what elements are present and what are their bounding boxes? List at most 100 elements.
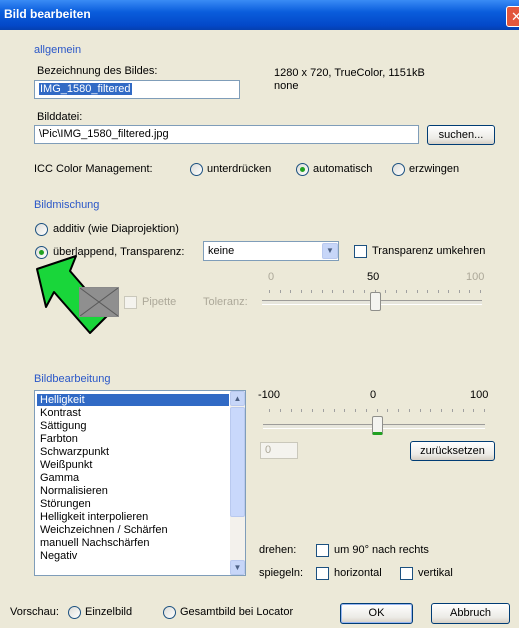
tolerance-scale-min: 0 <box>268 271 275 283</box>
image-name-value: IMG_1580_filtered <box>39 83 132 95</box>
reset-button[interactable]: zurücksetzen <box>410 441 495 461</box>
preview-locator-radio[interactable] <box>163 606 176 619</box>
tolerance-tick <box>332 290 334 293</box>
adjustment-list-item[interactable]: Helligkeit interpolieren <box>37 511 229 523</box>
rotate-label: drehen: <box>259 544 297 556</box>
edit-tick <box>279 409 281 412</box>
tolerance-tick <box>469 290 471 293</box>
transparency-select[interactable]: keine ▼ <box>203 241 339 261</box>
preview-locator-label: Gesamtbild bei Locator <box>180 606 294 618</box>
scrollbar-thumb[interactable] <box>230 407 245 517</box>
additive-radio[interactable] <box>35 223 48 236</box>
tolerance-tick <box>321 290 323 293</box>
edit-image-dialog: Bild bearbeiten ✕ allgemein Bezeichnung … <box>0 0 519 628</box>
icc-force-radio[interactable] <box>392 163 405 176</box>
adjustment-list-item[interactable]: Weichzeichnen / Schärfen <box>37 524 229 536</box>
mirror-vertical-label: vertikal <box>418 567 453 579</box>
tolerance-tick <box>458 290 460 293</box>
adjustment-list-item[interactable]: Störungen <box>37 498 229 510</box>
icc-suppress-radio[interactable] <box>190 163 203 176</box>
additive-label: additiv (wie Diaprojektion) <box>53 223 179 235</box>
section-blending-title: Bildmischung <box>34 199 100 211</box>
tolerance-tick <box>311 290 313 293</box>
adjustment-list-item[interactable]: Sättigung <box>37 420 229 432</box>
pipette-checkbox[interactable] <box>124 296 137 309</box>
edit-tick <box>430 409 432 412</box>
adjustment-listbox[interactable]: ▲ ▼ Helligkeit Kontrast Sättigung Farbton Sc… <box>34 390 246 576</box>
section-editing-title: Bildbearbeitung <box>34 373 111 385</box>
adjustment-list-item[interactable]: Normalisieren <box>37 485 229 497</box>
scroll-down-icon[interactable]: ▼ <box>230 560 245 575</box>
icc-force-label: erzwingen <box>409 163 460 175</box>
tolerance-tick <box>427 290 429 293</box>
ok-button[interactable]: OK <box>340 603 413 624</box>
edit-tick <box>312 409 313 412</box>
tolerance-tick <box>279 290 281 293</box>
adjustment-list-item[interactable]: Negativ <box>37 550 229 562</box>
tolerance-tick <box>406 290 408 293</box>
icc-suppress-label: unterdrücken <box>207 163 272 175</box>
tolerance-tick <box>437 290 439 293</box>
adjustment-value: 0 <box>265 444 272 456</box>
adjustment-list-item[interactable]: Schwarzpunkt <box>37 446 229 458</box>
edit-tick <box>473 409 475 412</box>
edit-scale-min: -100 <box>258 389 281 401</box>
adjustment-list-item[interactable]: manuell Nachschärfen <box>37 537 229 549</box>
window-title: Bild bearbeiten <box>4 7 91 21</box>
tolerance-slider-thumb[interactable] <box>369 292 381 311</box>
adjustment-value-field[interactable]: 0 <box>260 442 298 459</box>
edit-tick <box>462 409 464 412</box>
edit-tick <box>333 409 335 412</box>
edit-tick <box>290 409 292 412</box>
edit-tick <box>365 409 367 412</box>
image-name-input[interactable]: IMG_1580_filtered <box>34 80 240 99</box>
listbox-scrollbar[interactable]: ▲ ▼ <box>230 391 245 575</box>
tolerance-tick <box>353 290 355 293</box>
tolerance-scale-mid: 50 <box>367 271 380 283</box>
tolerance-tick <box>480 290 481 293</box>
rotate-option-label: um 90° nach rechts <box>334 544 429 556</box>
preview-label: Vorschau: <box>10 606 59 618</box>
edit-tick <box>344 409 346 412</box>
tolerance-tick <box>290 290 292 293</box>
image-name-label: Bezeichnung des Bildes: <box>37 65 158 77</box>
adjustment-list-item[interactable]: Helligkeit <box>37 394 229 406</box>
chevron-down-icon[interactable]: ▼ <box>322 243 338 259</box>
adjustment-list-item[interactable]: Farbton <box>37 433 229 445</box>
tolerance-tick <box>342 290 344 293</box>
tolerance-tick <box>385 290 387 293</box>
mirror-horizontal-checkbox[interactable] <box>316 567 329 580</box>
edit-tick <box>301 409 303 412</box>
preview-single-radio[interactable] <box>68 606 81 619</box>
tolerance-scale-max: 100 <box>466 271 485 283</box>
edit-tick <box>269 409 270 412</box>
edit-tick <box>408 409 410 412</box>
edit-slider-thumb[interactable] <box>371 416 383 435</box>
tolerance-tick <box>416 290 418 293</box>
color-swatch <box>79 287 119 317</box>
icc-label: ICC Color Management: <box>34 163 153 175</box>
rotate-checkbox[interactable] <box>316 544 329 557</box>
edit-tick <box>376 409 378 412</box>
search-button[interactable]: suchen... <box>427 125 495 145</box>
invert-transparency-label: Transparenz umkehren <box>372 245 486 257</box>
icc-auto-label: automatisch <box>313 163 373 175</box>
tolerance-tick <box>395 290 397 293</box>
close-icon[interactable]: ✕ <box>506 6 519 27</box>
image-file-value: \Pic\IMG_1580_filtered.jpg <box>39 128 169 140</box>
tolerance-tick <box>269 290 270 293</box>
cancel-button[interactable]: Abbruch <box>431 603 510 624</box>
adjustment-list-item[interactable]: Weißpunkt <box>37 459 229 471</box>
edit-tick <box>484 409 485 412</box>
scroll-up-icon[interactable]: ▲ <box>230 391 245 406</box>
edit-tick <box>387 409 389 412</box>
invert-transparency-checkbox[interactable] <box>354 245 367 258</box>
icc-auto-radio[interactable] <box>296 163 309 176</box>
title-bar[interactable]: Bild bearbeiten ✕ <box>0 0 519 30</box>
image-file-input[interactable]: \Pic\IMG_1580_filtered.jpg <box>34 125 419 144</box>
image-file-label: Bilddatei: <box>37 111 83 123</box>
mirror-vertical-checkbox[interactable] <box>400 567 413 580</box>
edit-tick <box>441 409 442 412</box>
adjustment-list-item[interactable]: Gamma <box>37 472 229 484</box>
adjustment-list-item[interactable]: Kontrast <box>37 407 229 419</box>
